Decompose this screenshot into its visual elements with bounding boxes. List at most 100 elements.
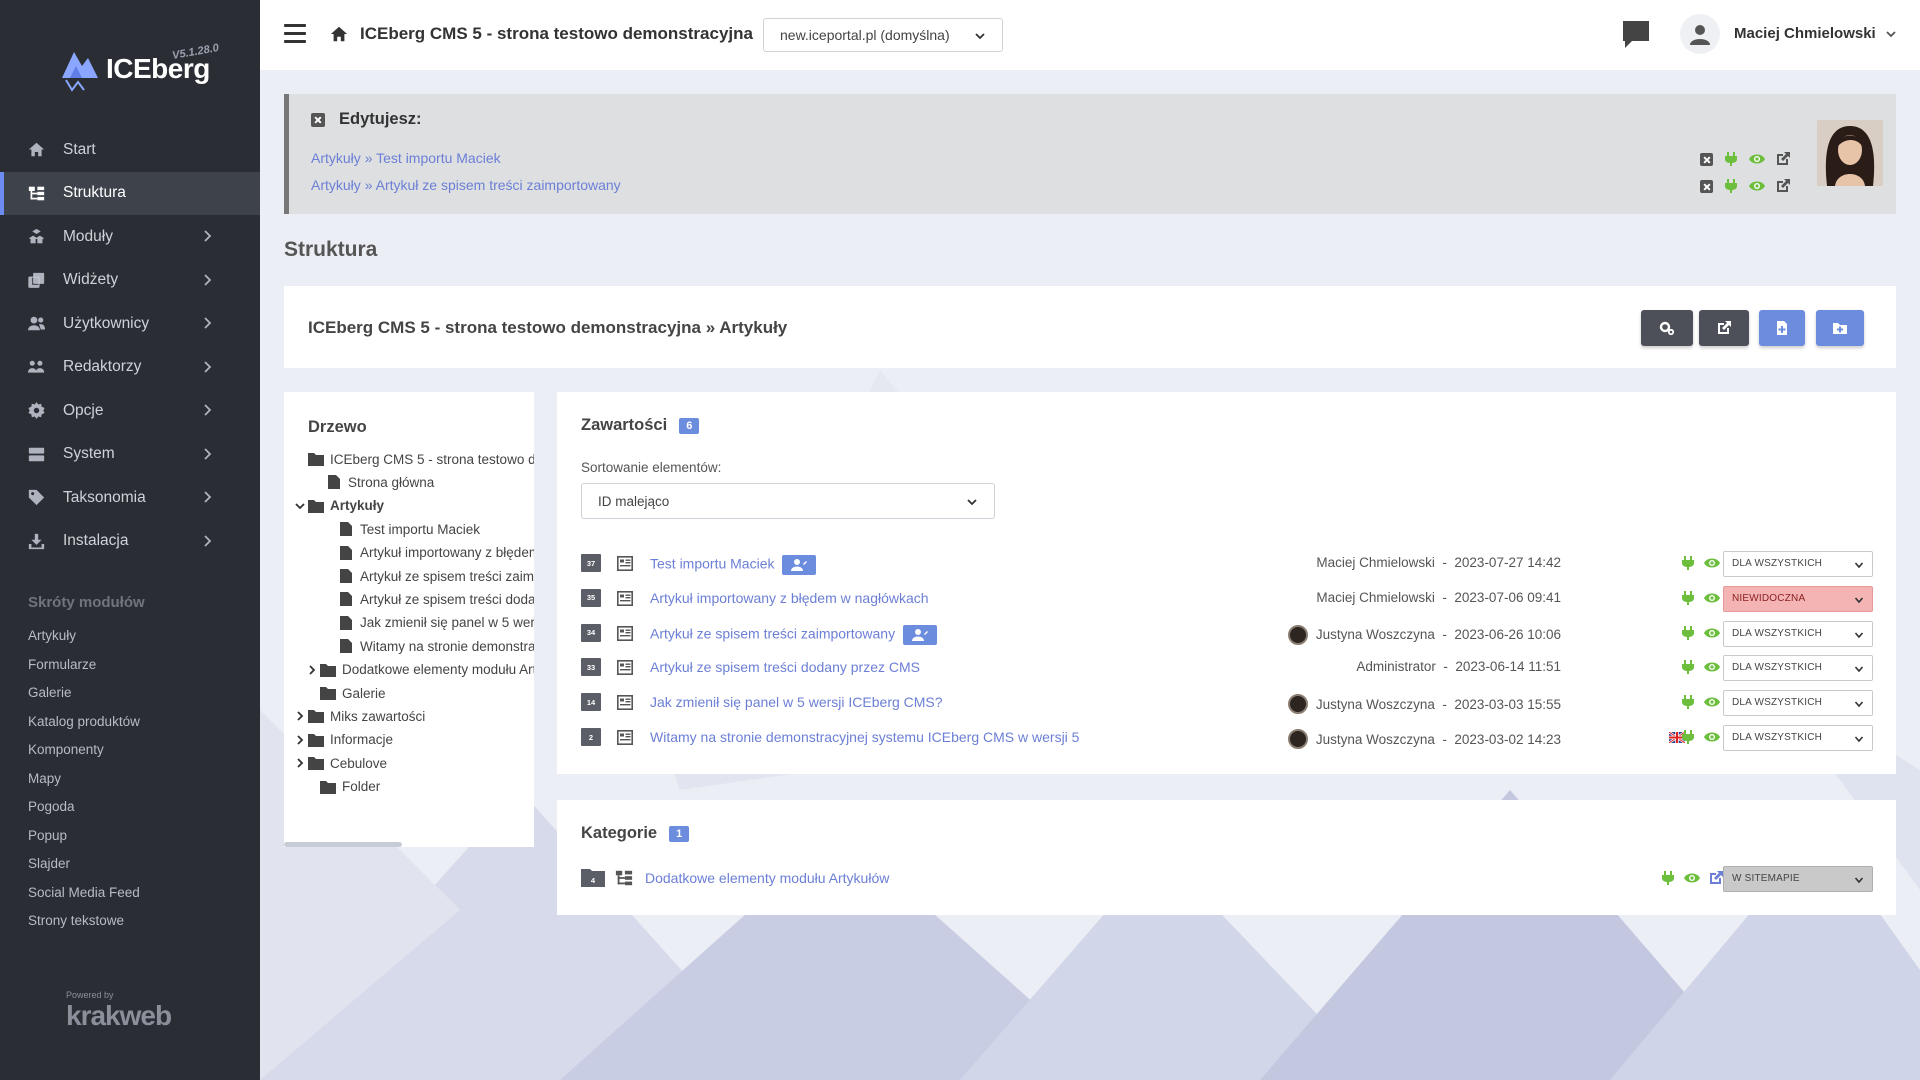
- content-item-link[interactable]: Test importu Maciek: [650, 555, 817, 575]
- add-file-button[interactable]: [1759, 310, 1805, 346]
- shortcut-link[interactable]: Katalog produktów: [28, 712, 140, 741]
- eye-icon[interactable]: [1704, 729, 1720, 745]
- sidebar-item-widzety[interactable]: Widżety: [0, 259, 260, 303]
- user-edit-badge[interactable]: [782, 555, 817, 575]
- external-link-icon[interactable]: [1708, 870, 1724, 886]
- close-icon[interactable]: [1700, 179, 1713, 193]
- edited-item-name[interactable]: Artykuł ze spisem treści zaimportowany: [376, 177, 621, 193]
- sidebar-item-moduy[interactable]: Moduły: [0, 215, 260, 259]
- content-item-link[interactable]: Witamy na stronie demonstracyjnej system…: [650, 729, 1079, 745]
- eye-icon[interactable]: [1684, 870, 1700, 886]
- plug-icon[interactable]: [1680, 659, 1696, 675]
- content-item-link[interactable]: Artykuł ze spisem treści zaimportowany: [650, 624, 938, 645]
- edited-item-parent[interactable]: Artykuły: [311, 177, 361, 193]
- content-item-link[interactable]: Jak zmienił się panel w 5 wersji ICEberg…: [650, 694, 943, 710]
- eye-icon[interactable]: [1704, 659, 1720, 675]
- user-edit-badge[interactable]: [903, 624, 938, 645]
- sidebar-item-struktura[interactable]: Struktura: [0, 171, 260, 215]
- eye-icon[interactable]: [1749, 151, 1765, 167]
- tree-page[interactable]: Test importu Maciek: [340, 518, 480, 540]
- sidebar-item-opcje[interactable]: Opcje: [0, 389, 260, 433]
- sidebar-item-system[interactable]: System: [0, 433, 260, 477]
- visibility-select[interactable]: NIEWIDOCZNA: [1723, 585, 1873, 612]
- visibility-select[interactable]: DLA WSZYSTKICH: [1723, 551, 1873, 577]
- shortcut-link[interactable]: Komponenty: [28, 740, 140, 769]
- chevron-right-icon[interactable]: [294, 757, 306, 769]
- plug-icon[interactable]: [1680, 590, 1696, 606]
- shortcut-link[interactable]: Strony tekstowe: [28, 911, 140, 940]
- content-item-link[interactable]: Artykuł importowany z błędem w nagłówkac…: [650, 590, 929, 606]
- shortcut-link[interactable]: Pogoda: [28, 797, 140, 826]
- tree-page[interactable]: Strona główna: [328, 471, 434, 493]
- plug-icon[interactable]: [1723, 178, 1739, 194]
- shortcut-link[interactable]: Galerie: [28, 683, 140, 712]
- plug-icon[interactable]: [1680, 555, 1696, 571]
- sidebar-item-instalacja[interactable]: Instalacja: [0, 520, 260, 564]
- plug-icon[interactable]: [1680, 729, 1696, 745]
- tree-page[interactable]: Artykuł importowany z błędem w nagłówkac…: [340, 542, 534, 564]
- tree-folder[interactable]: Informacje: [297, 729, 393, 751]
- chevron-down-icon[interactable]: [294, 500, 306, 512]
- chevron-right-icon[interactable]: [294, 734, 306, 746]
- visibility-select[interactable]: DLA WSZYSTKICH: [1723, 655, 1873, 682]
- sort-select[interactable]: ID malejąco: [581, 483, 995, 519]
- tree-page[interactable]: Artykuł ze spisem treści dodany przez CM…: [340, 588, 534, 610]
- tree-folder[interactable]: Cebulove: [297, 752, 387, 774]
- sidebar-item-start[interactable]: Start: [0, 128, 260, 172]
- user-avatar[interactable]: [1680, 14, 1720, 54]
- edited-item-parent[interactable]: Artykuły: [311, 150, 361, 166]
- chevron-right-icon[interactable]: [306, 664, 318, 676]
- tree-page[interactable]: Artykuł ze spisem treści zaimportowany: [340, 565, 534, 587]
- tree-folder[interactable]: ICEberg CMS 5 - strona testowo demonstra…: [308, 448, 534, 470]
- domain-select[interactable]: new.iceportal.pl (domyślna): [763, 18, 1003, 52]
- category-link[interactable]: Dodatkowe elementy modułu Artykułów: [645, 870, 889, 886]
- visibility-select[interactable]: DLA WSZYSTKICH: [1723, 725, 1873, 751]
- horizontal-scrollbar[interactable]: [284, 842, 402, 847]
- plug-icon[interactable]: [1660, 870, 1676, 886]
- external-link-icon[interactable]: [1775, 178, 1791, 194]
- eye-icon[interactable]: [1749, 178, 1765, 194]
- tree-page[interactable]: Jak zmienił się panel w 5 wersji ICEberg…: [340, 612, 534, 634]
- tree-folder[interactable]: Miks zawartości: [297, 705, 425, 727]
- close-icon[interactable]: [1700, 152, 1713, 166]
- tree-folder[interactable]: Galerie: [320, 682, 386, 704]
- user-name[interactable]: Maciej Chmielowski: [1734, 25, 1876, 42]
- iceberg-logo[interactable]: ICEberg V5.1.28.0: [60, 42, 220, 94]
- tree-page[interactable]: Witamy na stronie demonstracyjnej system…: [340, 635, 534, 657]
- chevron-right-icon[interactable]: [294, 710, 306, 722]
- hamburger-menu-icon[interactable]: [284, 24, 306, 44]
- site-title[interactable]: ICEberg CMS 5 - strona testowo demonstra…: [360, 24, 753, 44]
- sidebar-item-uzytkownicy[interactable]: Użytkownicy: [0, 302, 260, 346]
- eye-icon[interactable]: [1704, 555, 1720, 571]
- tree-folder[interactable]: Dodatkowe elementy modułu Artykułów: [309, 659, 534, 681]
- plug-icon[interactable]: [1680, 694, 1696, 710]
- open-external-button[interactable]: [1699, 310, 1749, 346]
- shortcut-link[interactable]: Mapy: [28, 769, 140, 798]
- shortcut-link[interactable]: Popup: [28, 826, 140, 855]
- close-icon[interactable]: [311, 112, 325, 127]
- sidebar-item-redaktorzy[interactable]: Redaktorzy: [0, 346, 260, 390]
- shortcut-link[interactable]: Artykuły: [28, 626, 140, 655]
- tree-folder[interactable]: Artykuły: [295, 495, 384, 517]
- visibility-select[interactable]: DLA WSZYSTKICH: [1723, 690, 1873, 717]
- plug-icon[interactable]: [1680, 625, 1696, 641]
- edited-item-name[interactable]: Test importu Maciek: [376, 150, 500, 166]
- external-link-icon[interactable]: [1775, 151, 1791, 167]
- plug-icon[interactable]: [1723, 151, 1739, 167]
- sidebar-item-taksonomia[interactable]: Taksonomia: [0, 476, 260, 520]
- shortcut-link[interactable]: Slajder: [28, 854, 140, 883]
- chevron-down-icon[interactable]: [1885, 28, 1897, 40]
- add-folder-button[interactable]: [1816, 310, 1864, 346]
- settings-button[interactable]: [1641, 310, 1693, 346]
- sitemap-select[interactable]: W SITEMAPIE: [1723, 866, 1873, 892]
- content-item-link[interactable]: Artykuł ze spisem treści dodany przez CM…: [650, 659, 920, 675]
- eye-icon[interactable]: [1704, 625, 1720, 641]
- chat-icon[interactable]: [1620, 18, 1652, 50]
- eye-icon[interactable]: [1704, 590, 1720, 606]
- shortcut-link[interactable]: Social Media Feed: [28, 883, 140, 912]
- eye-icon[interactable]: [1704, 694, 1720, 710]
- tree-folder[interactable]: Folder: [320, 776, 380, 798]
- shortcut-link[interactable]: Formularze: [28, 655, 140, 684]
- home-icon[interactable]: [330, 25, 348, 43]
- visibility-select[interactable]: DLA WSZYSTKICH: [1723, 620, 1873, 647]
